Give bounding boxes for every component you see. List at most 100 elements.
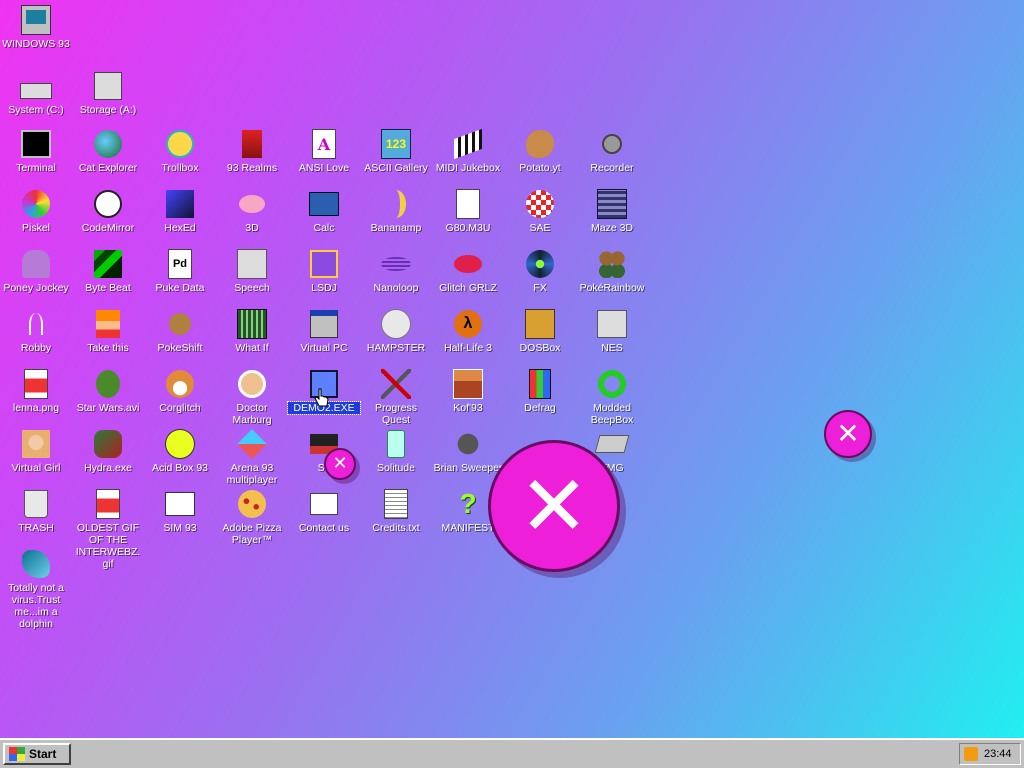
icon-label: Doctor Marburg (232, 402, 272, 426)
popup-close-button-medium[interactable]: ✕ (824, 410, 872, 458)
icon-corglitch[interactable]: Corglitch (144, 368, 216, 414)
icon-virtual-pc[interactable]: Virtual PC (288, 308, 360, 354)
icon-sae[interactable]: SAE (504, 188, 576, 234)
icon-ascii-gallery[interactable]: 123 ASCII Gallery (360, 128, 432, 174)
icon-codemirror[interactable]: CodeMirror (72, 188, 144, 234)
icon-kof93[interactable]: Kof'93 (432, 368, 504, 414)
icon-oldest-gif[interactable]: OLDEST GIF OF THE INTERWEBZ.gif (72, 488, 144, 570)
icon-star-wars-avi[interactable]: Star Wars.avi (72, 368, 144, 414)
icon-93-realms[interactable]: 93 Realms (216, 128, 288, 174)
rss-feed-icon[interactable] (964, 747, 978, 761)
box-icon (237, 429, 267, 459)
icon-cat-explorer[interactable]: Cat Explorer (72, 128, 144, 174)
icon-g80-m3u[interactable]: G80.M3U (432, 188, 504, 234)
icon-storage-a[interactable]: Storage (A:) (72, 70, 144, 116)
icon-ansi-love[interactable]: A ANSI Love (288, 128, 360, 174)
icon-credits-txt[interactable]: Credits.txt (360, 488, 432, 534)
icon-half-life-3[interactable]: λ Half-Life 3 (432, 308, 504, 354)
device-icon (594, 435, 630, 453)
icon-hydra-exe[interactable]: Hydra.exe (72, 428, 144, 474)
icon-label: MIDI Jukebox (435, 162, 501, 174)
icon-modded-beepbox[interactable]: Modded BeepBox (576, 368, 648, 426)
icon-windows-93[interactable]: WINDOWS 93 (0, 4, 72, 50)
code-icon (94, 190, 122, 218)
icon-fx[interactable]: FX (504, 248, 576, 294)
icon-puke-data[interactable]: Pd Puke Data (144, 248, 216, 294)
letter-a-icon: A (312, 129, 336, 159)
icon-take-this[interactable]: Take this (72, 308, 144, 354)
icon-3d[interactable]: 3D (216, 188, 288, 234)
dosbox-icon (525, 309, 555, 339)
gameboy-icon (310, 250, 338, 278)
icon-glitch-grlz[interactable]: Glitch GRLZ (432, 248, 504, 294)
icon-label: What If (235, 342, 269, 354)
icon-label: Hydra.exe (84, 462, 132, 474)
start-button[interactable]: Start (3, 743, 71, 765)
icon-lenna-png[interactable]: lenna.png (0, 368, 72, 414)
corgi-icon (166, 370, 194, 398)
icon-potato-yt[interactable]: Potato.yt (504, 128, 576, 174)
icon-nes[interactable]: NES (576, 308, 648, 354)
icon-solitude[interactable]: Solitude (360, 428, 432, 474)
icon-robby[interactable]: Robby (0, 308, 72, 354)
terminal-icon (21, 130, 51, 158)
bytebeat-icon (94, 250, 122, 278)
icon-contact-us[interactable]: Contact us (288, 488, 360, 534)
icon-label: Totally not a virus.Trust me...im a dolp… (7, 582, 65, 630)
popup-close-button-large[interactable]: ✕ (488, 440, 620, 572)
icon-label: HexEd (164, 222, 196, 234)
doctor-icon (238, 370, 266, 398)
hamster-icon (381, 309, 411, 339)
icon-maze-3d[interactable]: Maze 3D (576, 188, 648, 234)
icon-calc[interactable]: Calc (288, 188, 360, 234)
icon-label: Trollbox (161, 162, 199, 174)
film-icon (237, 309, 267, 339)
icon-speech[interactable]: Speech (216, 248, 288, 294)
popup-close-button-small[interactable]: ✕ (324, 448, 356, 480)
icon-piskel[interactable]: Piskel (0, 188, 72, 234)
knight-icon (242, 130, 262, 158)
taskbar: Start 23:44 (0, 738, 1024, 768)
icon-what-if[interactable]: What If (216, 308, 288, 354)
icon-lsdj[interactable]: LSDJ (288, 248, 360, 294)
icon-label: ANSI Love (298, 162, 350, 174)
icon-label: Storage (A:) (79, 104, 137, 116)
icon-pokeshift[interactable]: PokeShift (144, 308, 216, 354)
icon-adobe-pizza-player[interactable]: Adobe Pizza Player™ (216, 488, 288, 546)
icon-bananamp[interactable]: Bananamp (360, 188, 432, 234)
icon-pokerainbow[interactable]: PokéRainbow (576, 248, 648, 294)
window-icon (310, 310, 338, 338)
pixel-character-icon (96, 310, 120, 338)
icon-midi-jukebox[interactable]: MIDI Jukebox (432, 128, 504, 174)
icon-recorder[interactable]: Recorder (576, 128, 648, 174)
icon-doctor-marburg[interactable]: Doctor Marburg (216, 368, 288, 426)
icon-terminal[interactable]: Terminal (0, 128, 72, 174)
icon-trollbox[interactable]: Trollbox (144, 128, 216, 174)
icon-dolphin[interactable]: Totally not a virus.Trust me...im a dolp… (0, 548, 72, 630)
icon-hampster[interactable]: HAMPSTER (360, 308, 432, 354)
icon-label: Take this (87, 342, 129, 354)
icon-label: Adobe Pizza Player™ (222, 522, 282, 546)
icon-acid-box-93[interactable]: Acid Box 93 (144, 428, 216, 474)
icon-virtual-girl[interactable]: Virtual Girl (0, 428, 72, 474)
icon-system-c[interactable]: System (C:) (0, 70, 72, 116)
icon-label: Defrag (524, 402, 556, 414)
icon-label: TRASH (18, 522, 54, 534)
icon-defrag[interactable]: Defrag (504, 368, 576, 414)
atom-icon (526, 250, 554, 278)
icon-hexed[interactable]: HexEd (144, 188, 216, 234)
icon-sim-93[interactable]: SIM 93 (144, 488, 216, 534)
icon-byte-beat[interactable]: Byte Beat (72, 248, 144, 294)
icon-trash[interactable]: TRASH (0, 488, 72, 534)
icon-nanoloop[interactable]: Nanoloop (360, 248, 432, 294)
icon-dosbox[interactable]: DOSBox (504, 308, 576, 354)
icon-label: Maze 3D (590, 222, 633, 234)
lambda-icon: λ (454, 310, 482, 338)
letter-icon (310, 493, 338, 515)
icon-brian-sweeper[interactable]: Brian Sweeper (432, 428, 504, 474)
icon-poney-jockey[interactable]: Poney Jockey (0, 248, 72, 294)
ring-icon (598, 370, 626, 398)
icon-arena-93-multiplayer[interactable]: Arena 93 multiplayer (216, 428, 288, 486)
icon-progress-quest[interactable]: Progress Quest (360, 368, 432, 426)
icon-label: Potato.yt (519, 162, 561, 174)
